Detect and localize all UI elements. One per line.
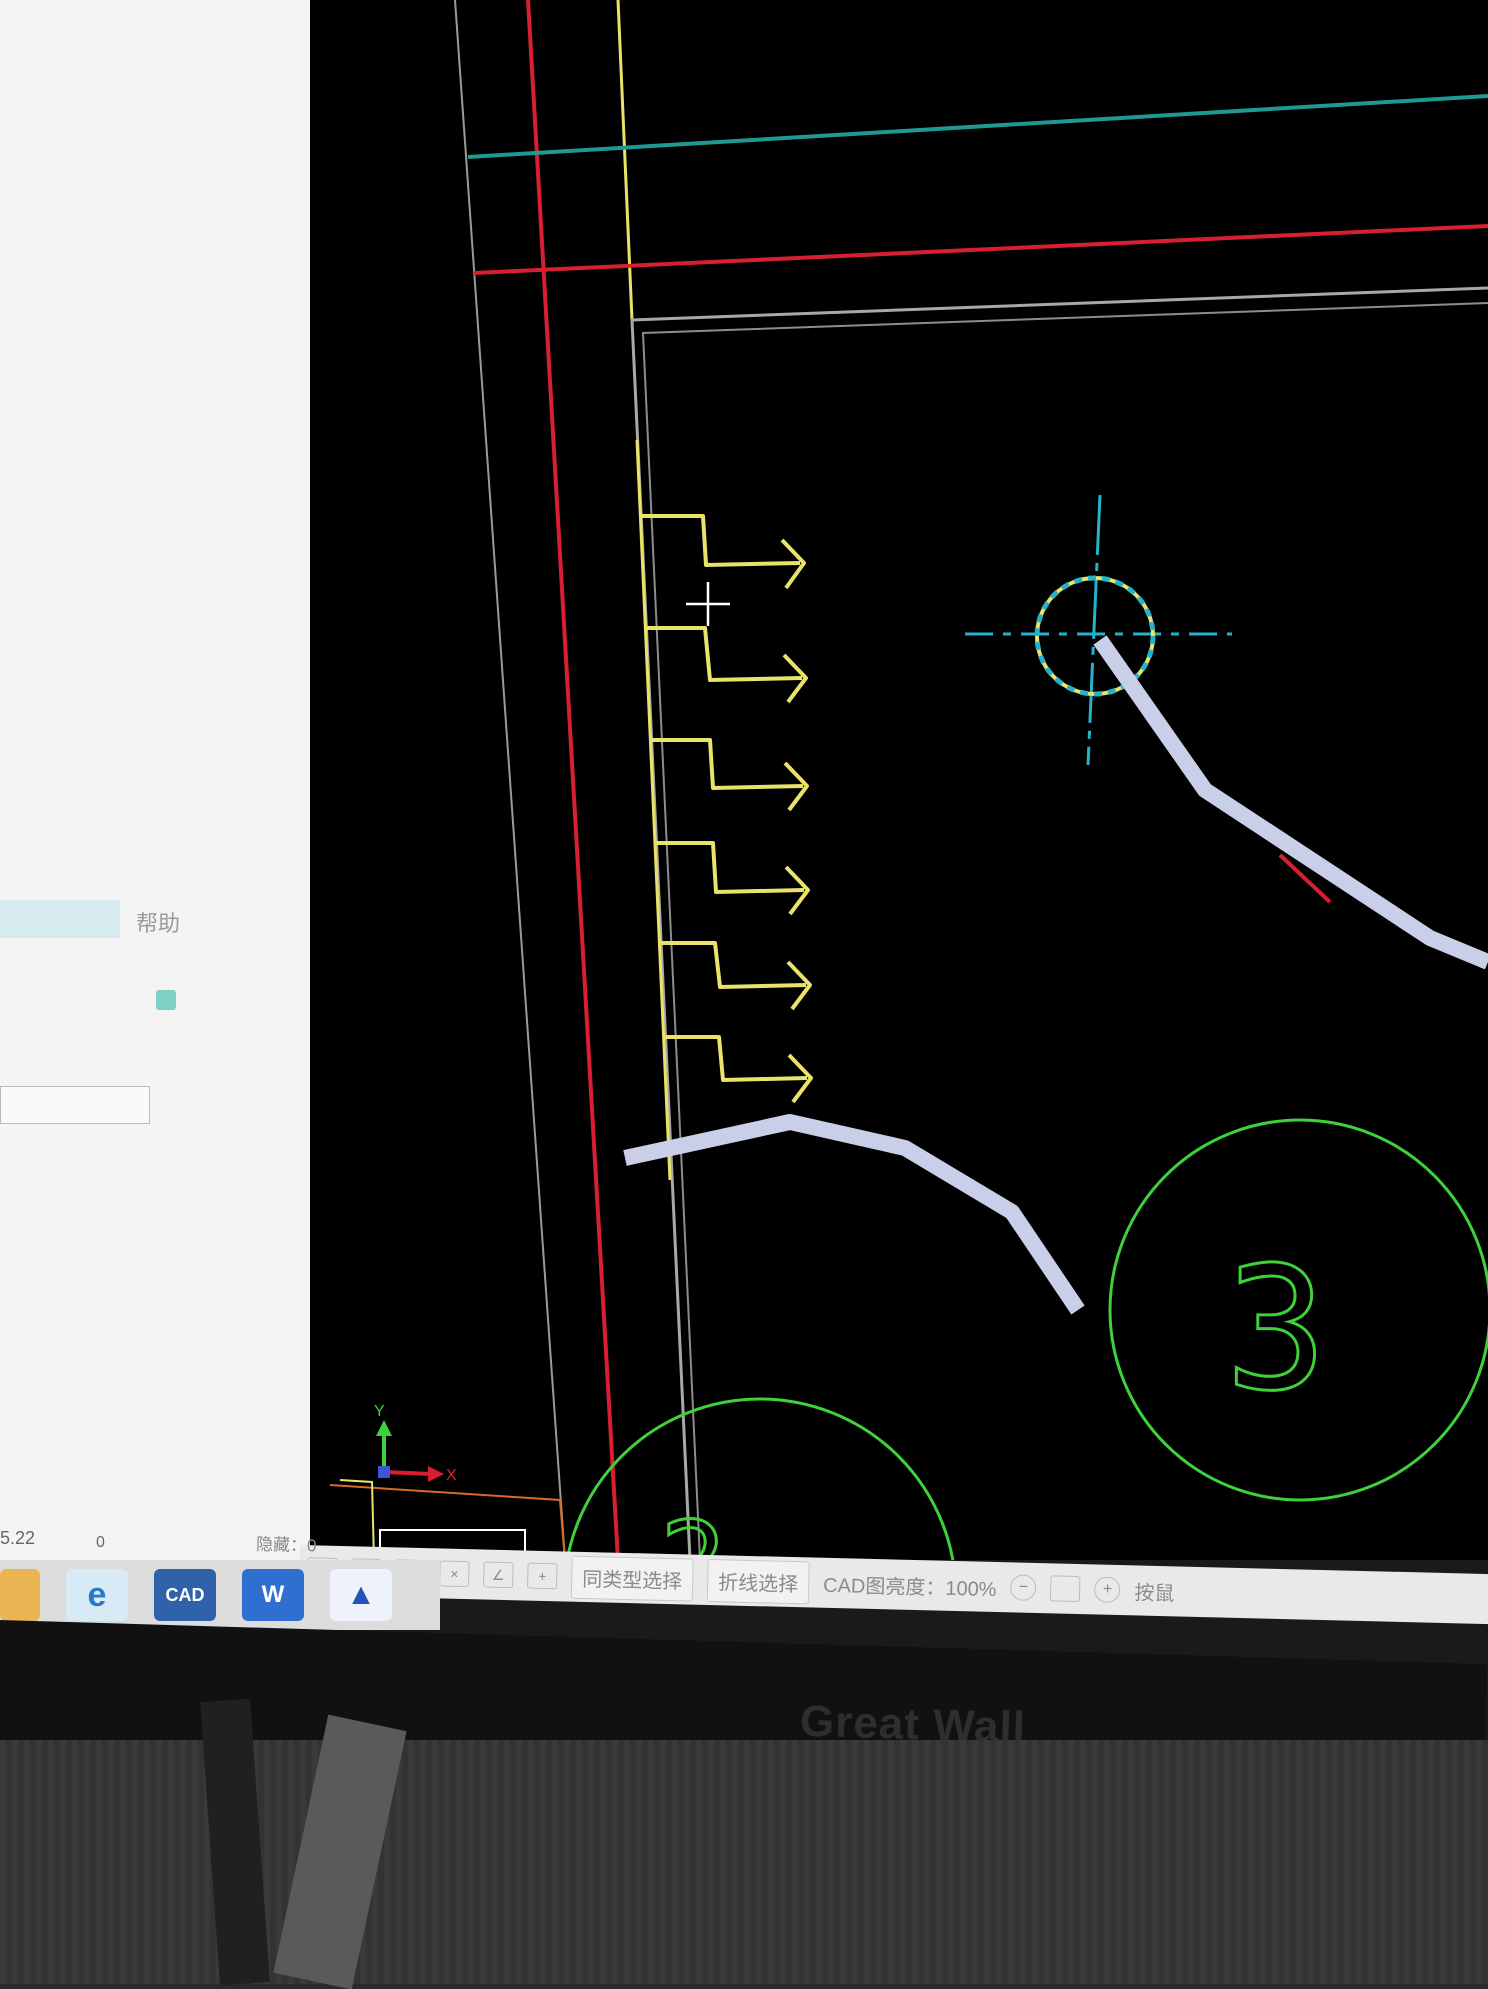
status-coordinate: 5.22 — [0, 1528, 36, 1548]
mouse-mode-label: 按鼠 — [1134, 1581, 1175, 1605]
windows-taskbar: e CAD W ▲ — [0, 1560, 440, 1630]
circle-label-3: 3 — [1225, 1231, 1327, 1429]
hidden-count-label: 隐藏：0 — [255, 1534, 317, 1556]
brightness-minus-button[interactable]: − — [1010, 1574, 1037, 1602]
brightness-slider[interactable] — [1050, 1575, 1081, 1603]
panel-input-field[interactable] — [0, 1086, 150, 1124]
panel-help-label: 帮助 — [136, 911, 181, 936]
same-type-select-button[interactable]: 同类型选择 — [570, 1555, 694, 1602]
panel-highlighted-row[interactable] — [0, 900, 120, 938]
close-small-icon[interactable]: × — [439, 1560, 470, 1588]
polyline-select-button[interactable]: 折线选择 — [706, 1558, 810, 1604]
circle-label-2: 2 — [660, 1498, 726, 1560]
wps-icon[interactable]: W — [242, 1569, 304, 1621]
side-dialog-panel: 帮助 5.22 0 — [0, 0, 310, 1560]
ie-icon[interactable]: e — [66, 1569, 128, 1621]
status-zero-value: 0 — [96, 1534, 105, 1551]
app-icon[interactable]: ▲ — [330, 1569, 392, 1621]
folder-icon[interactable] — [0, 1569, 40, 1621]
monitor-screen: 3 2 Y X 帮助 5.22 0 隐藏：0 ∟ ▾ ⬡ — [0, 0, 1488, 1740]
angle-icon[interactable]: ∠ — [483, 1561, 514, 1589]
cad-brightness-text: CAD图亮度：100% — [822, 1574, 997, 1601]
cad-icon[interactable]: CAD — [154, 1569, 216, 1621]
brightness-plus-button[interactable]: + — [1094, 1576, 1121, 1604]
ucs-x-label: X — [446, 1467, 457, 1484]
plus-measure-icon[interactable]: + — [527, 1562, 558, 1590]
ucs-y-label: Y — [374, 1403, 385, 1420]
panel-checkbox[interactable] — [156, 990, 176, 1010]
